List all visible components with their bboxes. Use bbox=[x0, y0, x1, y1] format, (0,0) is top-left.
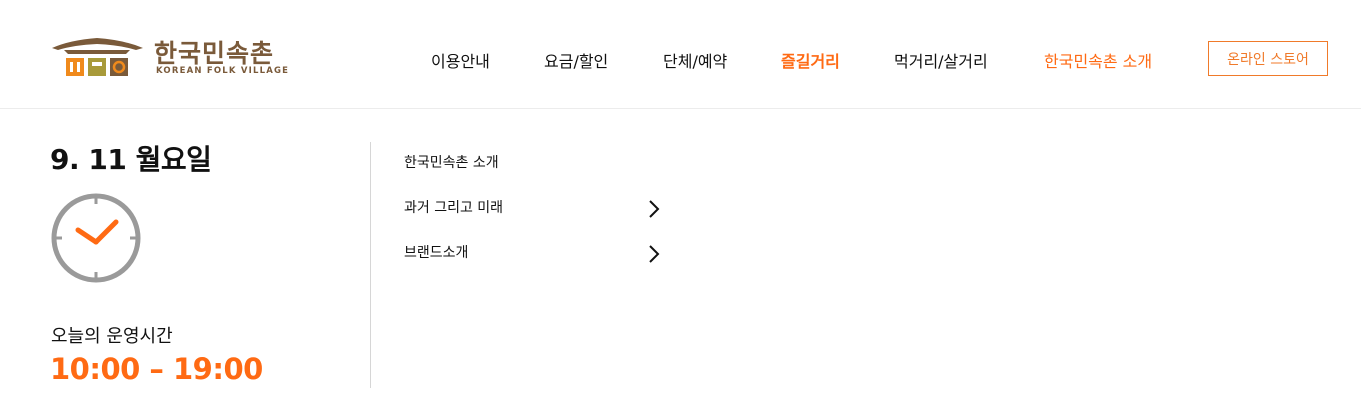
clock-icon bbox=[51, 193, 141, 283]
logo-english-text: KOREAN FOLK VILLAGE bbox=[156, 66, 290, 76]
logo-korean-text: 한국민속촌 bbox=[154, 39, 275, 68]
nav-item-group-reservation[interactable]: 단체/예약 bbox=[663, 48, 727, 72]
submenu-item-brand[interactable]: 브랜드소개 bbox=[404, 242, 468, 262]
site-header: 한국민속촌 KOREAN FOLK VILLAGE 이용안내 요금/할인 단체/… bbox=[0, 0, 1361, 109]
submenu-item-about[interactable]: 한국민속촌 소개 bbox=[404, 152, 499, 172]
submenu-item-past-future[interactable]: 과거 그리고 미래 bbox=[404, 197, 503, 217]
chevron-right-icon[interactable] bbox=[646, 199, 662, 219]
folk-village-logo-icon bbox=[52, 38, 143, 76]
today-date: 9. 11 월요일 bbox=[50, 143, 212, 176]
nav-item-fees[interactable]: 요금/할인 bbox=[544, 48, 608, 72]
nav-item-attractions[interactable]: 즐길거리 bbox=[781, 48, 840, 72]
logo[interactable]: 한국민속촌 KOREAN FOLK VILLAGE bbox=[50, 36, 290, 80]
nav-item-guide[interactable]: 이용안내 bbox=[431, 48, 490, 72]
nav-item-about[interactable]: 한국민속촌 소개 bbox=[1044, 48, 1152, 72]
nav-item-food-shopping[interactable]: 먹거리/살거리 bbox=[894, 48, 988, 72]
hours-label: 오늘의 운영시간 bbox=[51, 326, 173, 347]
operating-hours: 10:00 – 19:00 bbox=[50, 352, 263, 386]
chevron-right-icon[interactable] bbox=[646, 244, 662, 264]
section-divider bbox=[370, 142, 371, 388]
online-store-button[interactable]: 온라인 스토어 bbox=[1208, 41, 1328, 76]
